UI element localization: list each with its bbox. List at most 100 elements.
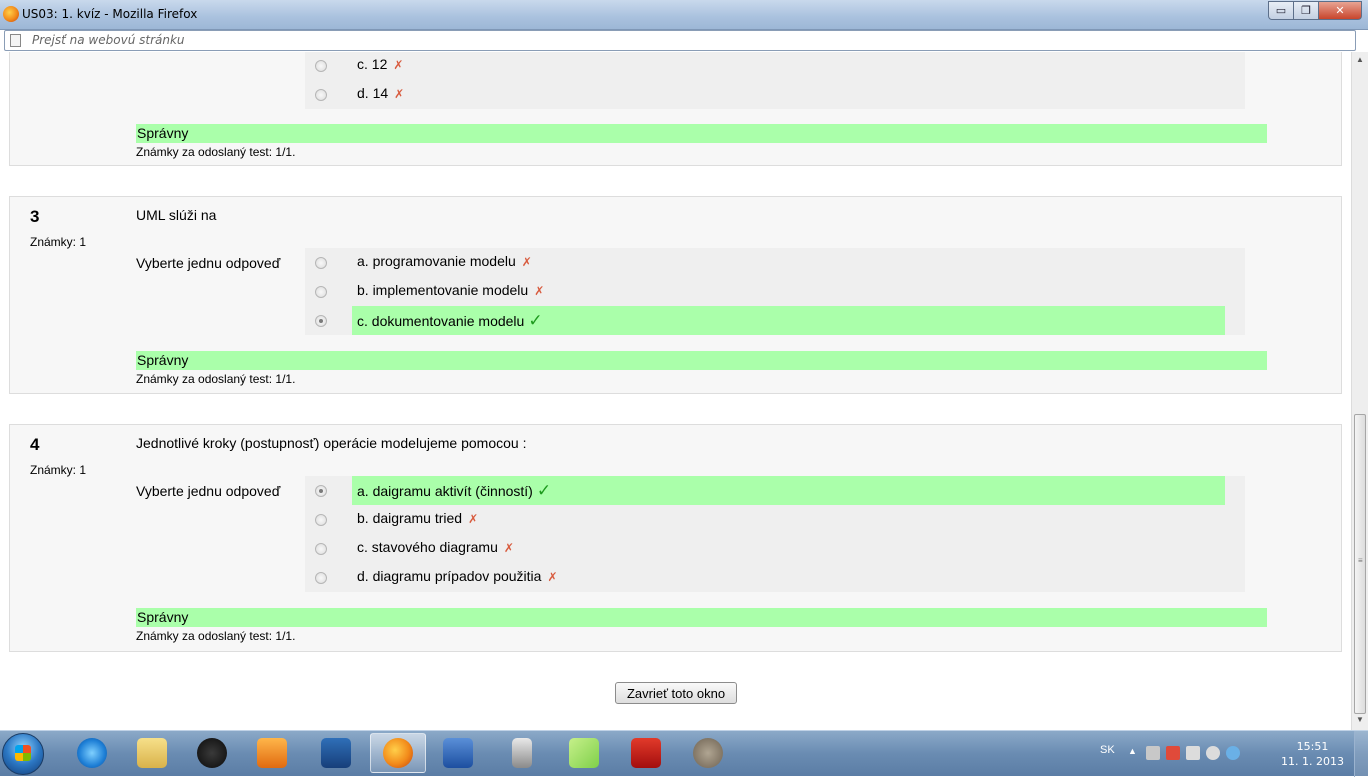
answer-radio[interactable]: [315, 572, 327, 584]
firefox-icon: [3, 6, 19, 22]
answer-row[interactable]: b. implementovanie modelu ✗: [305, 277, 1245, 306]
answer-radio[interactable]: [315, 286, 327, 298]
wrong-mark-icon: ✗: [547, 570, 558, 584]
tray-app-icon[interactable]: [1146, 746, 1160, 760]
gimp-icon[interactable]: [680, 733, 736, 773]
signal-icon[interactable]: [1186, 746, 1200, 760]
task-app-icon[interactable]: [308, 733, 364, 773]
taskbar: SK ▲ 15:51 11. 1. 2013: [0, 730, 1368, 777]
clock-time: 15:51: [1296, 740, 1329, 753]
check-mark-icon: ✓: [536, 481, 552, 500]
answer-row[interactable]: d. diagramu prípadov použitia ✗: [305, 563, 1245, 592]
maximize-button[interactable]: ❐: [1293, 1, 1319, 20]
question-number: 4: [30, 435, 40, 454]
outcome-correct: Správny: [136, 608, 1267, 627]
wrong-mark-icon: ✗: [503, 541, 514, 555]
grade-summary: Známky za odoslaný test: 1/1.: [136, 145, 296, 159]
grip-icon: ≡: [1358, 556, 1363, 565]
network-icon[interactable]: [1226, 746, 1240, 760]
scroll-up-icon[interactable]: ▲: [1352, 52, 1368, 68]
clock[interactable]: 15:51 11. 1. 2013: [1281, 739, 1344, 769]
question-grade: Známky: 1: [30, 463, 87, 477]
question-block: 3 Známky: 1 UML slúži na Vyberte jednu o…: [9, 196, 1342, 394]
answer-label: c. dokumentovanie modelu: [357, 313, 525, 329]
answer-row-correct[interactable]: c. dokumentovanie modelu ✓: [305, 306, 1245, 335]
close-window-page-button[interactable]: Zavrieť toto okno: [615, 682, 737, 704]
answer-row[interactable]: c. 12 ✗: [305, 52, 1245, 80]
wrong-mark-icon: ✗: [393, 58, 404, 72]
answer-label-box: c. dokumentovanie modelu ✓: [352, 306, 1225, 335]
question-grade: Známky: 1: [30, 235, 87, 249]
answer-label-box: b. implementovanie modelu ✗: [352, 277, 549, 306]
answer-label-box: d. 14 ✗: [352, 80, 409, 109]
hp-icon[interactable]: [184, 733, 240, 773]
file-explorer-icon[interactable]: [124, 733, 180, 773]
answer-radio[interactable]: [315, 543, 327, 555]
answer-radio-selected[interactable]: [315, 485, 327, 497]
volume-icon[interactable]: [1206, 746, 1220, 760]
answer-label-box: b. daigramu tried ✗: [352, 505, 483, 534]
tray-alert-icon[interactable]: [1166, 746, 1180, 760]
answer-label-box: c. 12 ✗: [352, 52, 408, 80]
vertical-scrollbar[interactable]: ▲ ≡ ▼: [1351, 52, 1368, 730]
window-title: US03: 1. kvíz - Mozilla Firefox: [22, 7, 198, 21]
answer-label: a. daigramu aktivít (činností): [357, 483, 533, 499]
clock-date: 11. 1. 2013: [1281, 755, 1344, 768]
outcome-correct: Správny: [136, 351, 1267, 370]
start-button[interactable]: [2, 733, 44, 775]
word-icon[interactable]: [430, 733, 486, 773]
media-player-icon[interactable]: [244, 733, 300, 773]
page-content: c. 12 ✗ d. 14 ✗ Správny Známky za odoslaný…: [0, 52, 1351, 730]
scroll-down-icon[interactable]: ▼: [1352, 712, 1368, 728]
scrollbar-thumb[interactable]: ≡: [1354, 414, 1366, 714]
answer-radio[interactable]: [315, 514, 327, 526]
answer-row[interactable]: b. daigramu tried ✗: [305, 505, 1245, 534]
question-text: UML slúži na: [136, 207, 217, 223]
show-desktop-button[interactable]: [1354, 731, 1368, 777]
question-text: Jednotlivé kroky (postupnosť) operácie m…: [136, 435, 527, 451]
answer-label: b. implementovanie modelu: [357, 282, 529, 298]
answer-prompt: Vyberte jednu odpoveď: [136, 255, 281, 271]
answer-row[interactable]: c. stavového diagramu ✗: [305, 534, 1245, 563]
answer-radio-selected[interactable]: [315, 315, 327, 327]
wrong-mark-icon: ✗: [521, 255, 532, 269]
tray-expand-icon[interactable]: ▲: [1128, 746, 1142, 760]
window-controls: ▭ ❐ ✕: [1268, 1, 1362, 20]
answer-row[interactable]: a. programovanie modelu ✗: [305, 248, 1245, 277]
question-block: c. 12 ✗ d. 14 ✗ Správny Známky za odoslaný…: [9, 52, 1342, 166]
language-indicator[interactable]: SK: [1100, 744, 1115, 756]
answer-label-box: a. daigramu aktivít (činností) ✓: [352, 476, 1225, 505]
firefox-taskbar-icon[interactable]: [370, 733, 426, 773]
usb-tool-icon[interactable]: [494, 733, 550, 773]
answer-prompt: Vyberte jednu odpoveď: [136, 483, 281, 499]
answer-radio[interactable]: [315, 89, 327, 101]
question-number: 3: [30, 207, 40, 226]
window-titlebar: US03: 1. kvíz - Mozilla Firefox ▭ ❐ ✕: [0, 0, 1368, 30]
close-window-button[interactable]: ✕: [1318, 1, 1362, 20]
answer-row-correct[interactable]: a. daigramu aktivít (činností) ✓: [305, 476, 1245, 505]
minimize-button[interactable]: ▭: [1268, 1, 1294, 20]
answer-row[interactable]: d. 14 ✗: [305, 80, 1245, 109]
answer-label-box: c. stavového diagramu ✗: [352, 534, 519, 563]
answer-label: a. programovanie modelu: [357, 253, 516, 269]
notes-icon[interactable]: [556, 733, 612, 773]
answer-label-box: a. programovanie modelu ✗: [352, 248, 537, 277]
internet-explorer-icon[interactable]: [64, 733, 120, 773]
answer-radio[interactable]: [315, 257, 327, 269]
answer-label-box: d. diagramu prípadov použitia ✗: [352, 563, 563, 592]
answer-label: c. stavového diagramu: [357, 539, 498, 555]
check-mark-icon: ✓: [528, 311, 543, 330]
answer-label: c. 12: [357, 56, 388, 72]
answer-label: d. diagramu prípadov použitia: [357, 568, 542, 584]
system-tray: SK ▲ 15:51 11. 1. 2013: [1098, 731, 1368, 777]
wrong-mark-icon: ✗: [534, 284, 545, 298]
adobe-reader-icon[interactable]: [618, 733, 674, 773]
answer-label: b. daigramu tried: [357, 510, 463, 526]
page-icon: [10, 34, 21, 47]
wrong-mark-icon: ✗: [468, 512, 479, 526]
wrong-mark-icon: ✗: [394, 87, 405, 101]
url-bar[interactable]: Prejsť na webovú stránku: [4, 30, 1356, 51]
grade-summary: Známky za odoslaný test: 1/1.: [136, 372, 296, 386]
answer-label: d. 14: [357, 85, 389, 101]
answer-radio[interactable]: [315, 60, 327, 72]
